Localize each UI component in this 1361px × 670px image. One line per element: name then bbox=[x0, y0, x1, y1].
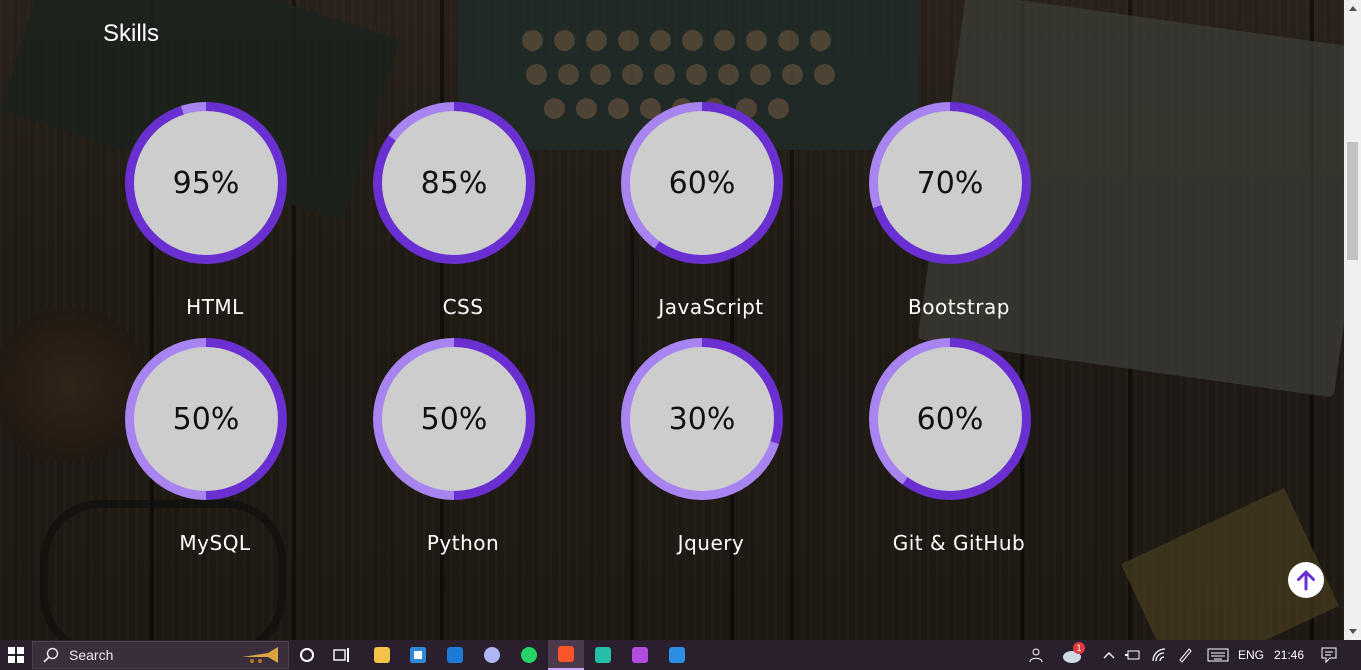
skill-progress-ring: 30% bbox=[621, 338, 783, 500]
skill-name: CSS bbox=[442, 295, 484, 319]
skill-name: MySQL bbox=[179, 531, 251, 555]
skill-card: 60% Git & GitHub bbox=[844, 338, 1044, 568]
skill-percent: 60% bbox=[878, 347, 1022, 491]
cortana-button[interactable] bbox=[295, 643, 319, 667]
skill-progress-ring: 50% bbox=[125, 338, 287, 500]
people-button[interactable] bbox=[1026, 646, 1044, 664]
whatsapp-app[interactable] bbox=[511, 640, 547, 670]
brave-browser-app[interactable] bbox=[548, 640, 584, 670]
skill-progress-ring: 70% bbox=[869, 102, 1031, 264]
proton-app[interactable] bbox=[622, 640, 658, 670]
cortana-icon bbox=[300, 648, 314, 662]
keyboard-icon bbox=[1207, 648, 1229, 662]
battery-icon bbox=[1125, 650, 1140, 660]
microsoft-store-app[interactable] bbox=[400, 640, 436, 670]
mail-icon bbox=[447, 647, 463, 663]
scroll-up-button[interactable] bbox=[1344, 0, 1361, 17]
skill-progress-ring: 95% bbox=[125, 102, 287, 264]
scroll-down-button[interactable] bbox=[1344, 623, 1361, 640]
weather-button[interactable]: 1 bbox=[1060, 642, 1086, 664]
skill-progress-ring: 60% bbox=[621, 102, 783, 264]
skill-percent: 60% bbox=[630, 111, 774, 255]
skill-percent: 70% bbox=[878, 111, 1022, 255]
taskbar-search[interactable]: Search bbox=[32, 641, 289, 669]
windows-logo-icon bbox=[8, 647, 24, 663]
trumpet-search-highlight-icon bbox=[242, 647, 278, 663]
file-explorer-app[interactable] bbox=[364, 640, 400, 670]
skill-progress-ring: 60% bbox=[869, 338, 1031, 500]
skill-percent: 85% bbox=[382, 111, 526, 255]
skill-name: JavaScript bbox=[658, 295, 764, 319]
task-view-icon bbox=[333, 648, 349, 662]
skill-card: 60% JavaScript bbox=[596, 102, 796, 332]
skill-progress-ring: 85% bbox=[373, 102, 535, 264]
store-icon bbox=[410, 647, 426, 663]
show-hidden-icons-button[interactable] bbox=[1100, 646, 1118, 664]
skill-card: 30% Jquery bbox=[596, 338, 796, 568]
search-label: Search bbox=[69, 647, 114, 663]
skill-name: Python bbox=[426, 531, 500, 555]
skill-percent: 50% bbox=[134, 347, 278, 491]
skill-card: 50% MySQL bbox=[100, 338, 300, 568]
whatsapp-icon bbox=[521, 647, 537, 663]
clock-time[interactable]: 21:46 bbox=[1274, 648, 1304, 662]
pen-workspace-button[interactable] bbox=[1176, 646, 1194, 664]
back-to-top-button[interactable] bbox=[1288, 562, 1324, 598]
skill-card: 70% Bootstrap bbox=[844, 102, 1044, 332]
network-button[interactable] bbox=[1150, 646, 1168, 664]
pen-icon bbox=[1179, 648, 1192, 663]
section-title: Skills bbox=[103, 20, 160, 47]
notification-count-badge: 1 bbox=[1073, 642, 1085, 654]
chevron-up-icon bbox=[1103, 652, 1115, 659]
scrollbar-thumb[interactable] bbox=[1347, 142, 1358, 260]
search-icon bbox=[43, 647, 59, 663]
skill-percent: 95% bbox=[134, 111, 278, 255]
wifi-icon bbox=[1152, 648, 1166, 662]
notification-center-icon bbox=[1321, 647, 1337, 663]
start-button[interactable] bbox=[0, 640, 32, 670]
vertical-scrollbar[interactable] bbox=[1344, 0, 1361, 640]
people-icon bbox=[1029, 648, 1043, 663]
touch-keyboard-button[interactable] bbox=[1206, 646, 1230, 664]
folder-icon bbox=[374, 647, 390, 663]
messenger-icon bbox=[484, 647, 500, 663]
proton-icon bbox=[632, 647, 648, 663]
skill-name: HTML bbox=[186, 295, 244, 319]
battery-button[interactable] bbox=[1124, 646, 1142, 664]
skill-name: Git & GitHub bbox=[892, 531, 1026, 555]
brave-icon bbox=[558, 646, 574, 662]
action-center-button[interactable] bbox=[1320, 646, 1338, 664]
skill-name: Jquery bbox=[677, 531, 745, 555]
vs-code-insiders-icon bbox=[595, 647, 611, 663]
task-view-button[interactable] bbox=[330, 643, 354, 667]
vs-code-insiders-app[interactable] bbox=[585, 640, 621, 670]
taskbar: Search 1 ENG 21:46 bbox=[0, 640, 1361, 670]
page-background: Skills 95% HTML 85% CSS 60% JavaScript 70% Boot… bbox=[0, 0, 1344, 640]
vs-code-app[interactable] bbox=[659, 640, 695, 670]
caret-down-icon bbox=[1348, 629, 1357, 634]
skill-card: 50% Python bbox=[348, 338, 548, 568]
skill-card: 95% HTML bbox=[100, 102, 300, 332]
caret-up-icon bbox=[1348, 6, 1357, 11]
skill-percent: 30% bbox=[630, 347, 774, 491]
skill-card: 85% CSS bbox=[348, 102, 548, 332]
messenger-app[interactable] bbox=[474, 640, 510, 670]
arrow-up-icon bbox=[1297, 570, 1315, 591]
skill-percent: 50% bbox=[382, 347, 526, 491]
skill-name: Bootstrap bbox=[908, 295, 1010, 319]
mail-app[interactable] bbox=[437, 640, 473, 670]
language-indicator[interactable]: ENG bbox=[1238, 648, 1264, 662]
skill-progress-ring: 50% bbox=[373, 338, 535, 500]
vs-code-icon bbox=[669, 647, 685, 663]
